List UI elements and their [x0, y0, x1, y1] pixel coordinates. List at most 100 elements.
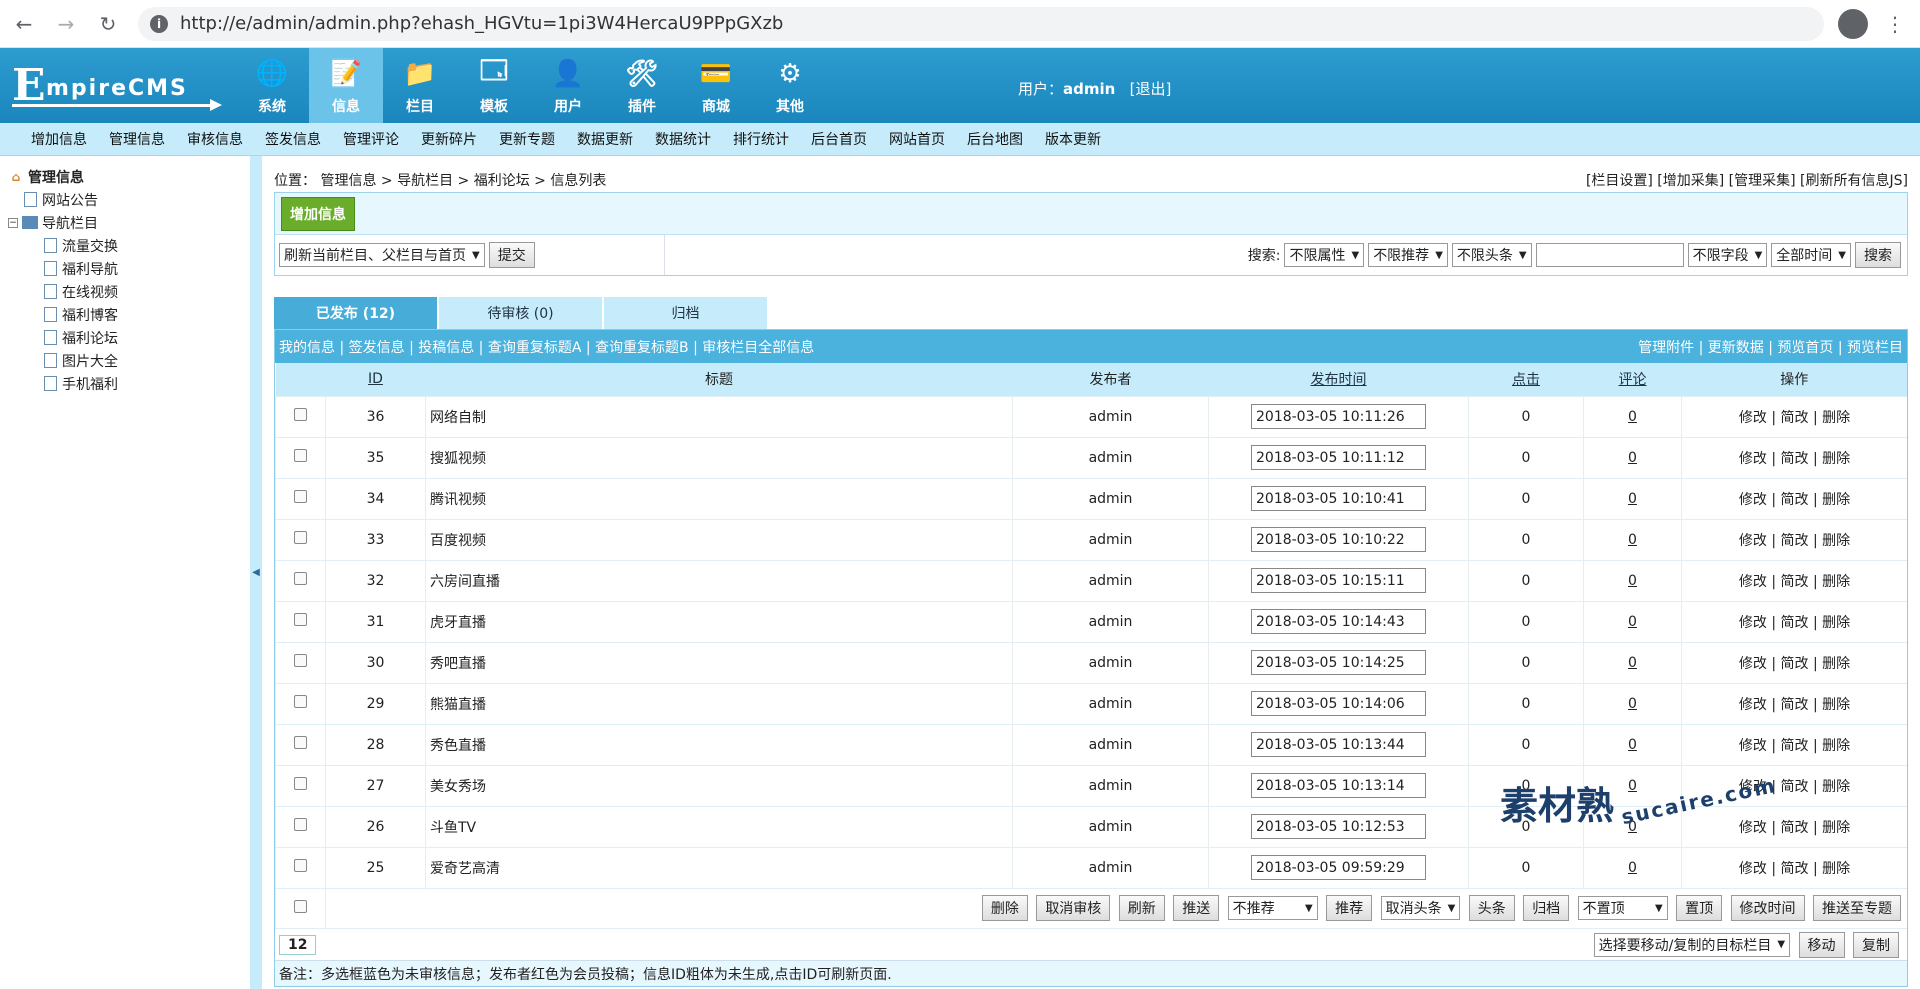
page-number[interactable]: 12 [279, 934, 317, 955]
row-id[interactable]: 34 [325, 477, 426, 519]
row-id[interactable]: 27 [325, 764, 426, 806]
row-id[interactable]: 29 [325, 682, 426, 724]
topnav-item-1[interactable]: 📝 信息 [309, 48, 383, 123]
more-menu-icon[interactable]: ⋮ [1880, 9, 1910, 39]
row-title[interactable]: 搜狐视频 [425, 436, 1013, 478]
submit-button[interactable]: 提交 [488, 242, 535, 268]
topnav-item-4[interactable]: 👤 用户 [531, 48, 605, 123]
right-links[interactable]: 管理附件 | 更新数据 | 预览首页 | 预览栏目 [1638, 337, 1903, 357]
submenu-item-2[interactable]: 审核信息 [187, 129, 243, 149]
row-time-input[interactable]: 2018-03-05 10:10:41 [1251, 486, 1426, 511]
attribute-filter-select[interactable]: 不限属性 [1284, 243, 1365, 267]
submenu-item-13[interactable]: 版本更新 [1045, 129, 1101, 149]
row-time-input[interactable]: 2018-03-05 10:14:43 [1251, 609, 1426, 634]
forward-arrow-icon[interactable]: → [48, 6, 84, 42]
target-column-select[interactable]: 选择要移动/复制的目标栏目 [1593, 932, 1791, 957]
row-id[interactable]: 25 [325, 846, 426, 888]
row-comments[interactable]: 0 [1583, 436, 1682, 478]
recommend-select[interactable]: 不推荐 [1227, 896, 1318, 921]
row-comments[interactable]: 0 [1583, 846, 1682, 888]
sidebar-collapse-handle[interactable]: ◀ [250, 156, 262, 989]
row-time-input[interactable]: 2018-03-05 10:15:11 [1251, 568, 1426, 593]
recommend-button[interactable]: 推荐 [1326, 895, 1373, 922]
row-time-input[interactable]: 2018-03-05 10:11:12 [1251, 445, 1426, 470]
row-id[interactable]: 26 [325, 805, 426, 847]
tab-archive[interactable]: 归档 [604, 297, 767, 329]
row-id[interactable]: 32 [325, 559, 426, 601]
row-comments[interactable]: 0 [1583, 682, 1682, 724]
topnav-item-7[interactable]: ⚙ 其他 [753, 48, 827, 123]
submenu-item-4[interactable]: 管理评论 [343, 129, 399, 149]
headline-select[interactable]: 取消头条 [1380, 896, 1461, 921]
top-button[interactable]: 置顶 [1676, 895, 1723, 922]
tree-root[interactable]: ⌂ 管理信息 [8, 166, 250, 188]
submenu-item-3[interactable]: 签发信息 [265, 129, 321, 149]
row-checkbox[interactable] [294, 654, 307, 667]
row-time-input[interactable]: 2018-03-05 10:13:14 [1251, 773, 1426, 798]
row-checkbox[interactable] [294, 408, 307, 421]
row-checkbox[interactable] [294, 613, 307, 626]
col-clicks[interactable]: 点击 [1468, 363, 1584, 396]
headline-filter-select[interactable]: 不限头条 [1451, 243, 1532, 267]
breadcrumb[interactable]: 管理信息 > 导航栏目 > 福利论坛 > 信息列表 [320, 173, 606, 189]
row-checkbox[interactable] [294, 777, 307, 790]
refresh-button[interactable]: 刷新 [1118, 895, 1165, 922]
top-select[interactable]: 不置顶 [1577, 896, 1668, 921]
submenu-item-12[interactable]: 后台地图 [967, 129, 1023, 149]
modify-time-button[interactable]: 修改时间 [1730, 895, 1805, 922]
row-ops[interactable]: 修改 | 简改 | 删除 [1681, 477, 1907, 519]
tree-item-1[interactable]: 福利导航 [8, 257, 250, 280]
push-topic-button[interactable]: 推送至专题 [1813, 895, 1901, 922]
logout-link[interactable]: [退出] [1130, 80, 1172, 98]
row-checkbox[interactable] [294, 818, 307, 831]
row-time-input[interactable]: 2018-03-05 10:10:22 [1251, 527, 1426, 552]
search-button[interactable]: 搜索 [1855, 242, 1901, 268]
search-input[interactable] [1535, 243, 1684, 267]
row-ops[interactable]: 修改 | 简改 | 删除 [1681, 600, 1907, 642]
copy-button[interactable]: 复制 [1853, 931, 1899, 958]
row-time-input[interactable]: 2018-03-05 10:14:25 [1251, 650, 1426, 675]
row-comments[interactable]: 0 [1583, 518, 1682, 560]
row-comments[interactable]: 0 [1583, 600, 1682, 642]
row-time-input[interactable]: 2018-03-05 10:13:44 [1251, 732, 1426, 757]
add-info-button[interactable]: 增加信息 [281, 196, 355, 231]
row-title[interactable]: 美女秀场 [425, 764, 1013, 806]
row-time-input[interactable]: 2018-03-05 10:11:26 [1251, 404, 1426, 429]
row-checkbox[interactable] [294, 695, 307, 708]
bulk-delete-button[interactable]: 删除 [981, 895, 1028, 922]
row-comments[interactable]: 0 [1583, 723, 1682, 765]
row-ops[interactable]: 修改 | 简改 | 删除 [1681, 395, 1907, 437]
row-ops[interactable]: 修改 | 简改 | 删除 [1681, 682, 1907, 724]
topnav-item-5[interactable]: 🛠 插件 [605, 48, 679, 123]
row-comments[interactable]: 0 [1583, 395, 1682, 437]
row-id[interactable]: 35 [325, 436, 426, 478]
row-comments[interactable]: 0 [1583, 641, 1682, 683]
row-ops[interactable]: 修改 | 简改 | 删除 [1681, 518, 1907, 560]
row-checkbox[interactable] [294, 490, 307, 503]
cancel-review-button[interactable]: 取消审核 [1036, 895, 1111, 922]
row-id[interactable]: 31 [325, 600, 426, 642]
submenu-item-11[interactable]: 网站首页 [889, 129, 945, 149]
submenu-item-10[interactable]: 后台首页 [811, 129, 867, 149]
row-title[interactable]: 秀吧直播 [425, 641, 1013, 683]
row-title[interactable]: 六房间直播 [425, 559, 1013, 601]
push-button[interactable]: 推送 [1173, 895, 1220, 922]
row-time-input[interactable]: 2018-03-05 10:12:53 [1251, 814, 1426, 839]
tree-item-notice[interactable]: 网站公告 [8, 188, 250, 211]
row-id[interactable]: 36 [325, 395, 426, 437]
row-title[interactable]: 百度视频 [425, 518, 1013, 560]
row-comments[interactable]: 0 [1583, 559, 1682, 601]
reload-icon[interactable]: ↻ [90, 6, 126, 42]
headline-button[interactable]: 头条 [1468, 895, 1515, 922]
field-select[interactable]: 不限字段 [1687, 243, 1768, 267]
row-ops[interactable]: 修改 | 简改 | 删除 [1681, 559, 1907, 601]
topnav-item-2[interactable]: 📁 栏目 [383, 48, 457, 123]
tree-item-4[interactable]: 福利论坛 [8, 326, 250, 349]
submenu-item-6[interactable]: 更新专题 [499, 129, 555, 149]
row-ops[interactable]: 修改 | 简改 | 删除 [1681, 641, 1907, 683]
row-ops[interactable]: 修改 | 简改 | 删除 [1681, 805, 1907, 847]
select-all-checkbox[interactable] [294, 899, 307, 913]
tree-item-6[interactable]: 手机福利 [8, 372, 250, 395]
row-title[interactable]: 网络自制 [425, 395, 1013, 437]
row-time-input[interactable]: 2018-03-05 09:59:29 [1251, 855, 1426, 880]
